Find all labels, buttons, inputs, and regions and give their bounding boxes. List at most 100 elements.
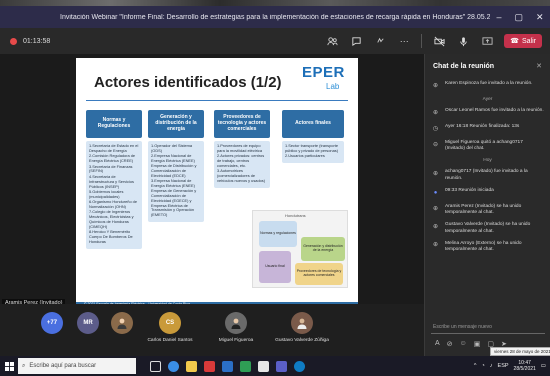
chat-event-text: achang0717 (Invitado) fue invitado a la … <box>445 169 528 181</box>
chat-event: ⊕ Karen Espinoza fue invitado a la reunió… <box>425 78 550 94</box>
notifications-icon[interactable]: ▭ <box>541 363 546 369</box>
format-icon[interactable]: A <box>435 340 440 348</box>
store-icon[interactable] <box>258 360 269 372</box>
edge-icon[interactable] <box>168 360 179 372</box>
chat-message-input[interactable]: Escribe un mensaje nuevo <box>431 320 545 334</box>
person-remove-icon: ⊖ <box>432 141 439 148</box>
column-body: 1.Secretaría de Estado en el Despacho de… <box>86 141 142 249</box>
acrobat-icon[interactable] <box>204 360 215 372</box>
participant-name: Carlos Daniel Santos <box>147 338 193 343</box>
presentation-slide: Actores identificados (1/2) EPER Lab Nor… <box>76 58 358 304</box>
chat-event: ◷ Ayer 16:18 Reunión finalizada: 13s <box>425 121 550 137</box>
column-header: Normas y Regulaciones <box>86 110 142 138</box>
column-item: 7.Colegio de Ingenieros Mecánicos, Elect… <box>89 209 134 229</box>
chat-event: ● 09:33 Reunión iniciada <box>425 185 550 201</box>
teams-window: Invitación Webinar "Informe Final: Desar… <box>0 0 550 376</box>
person-add-icon: ⊕ <box>432 109 439 116</box>
participant-name: Miguel Figueroa <box>218 338 254 343</box>
chat-event: ⊕ Melina Arroyo (Externo) se ha unido tem… <box>425 238 550 256</box>
column-item: 2.Actores privados: centros de trabajo, … <box>217 153 265 168</box>
emoji-icon[interactable]: ☺ <box>460 340 467 348</box>
minimize-button[interactable]: – <box>496 12 501 23</box>
chat-event-text: Miguel Figueroa quitó a achang0717 (Invi… <box>445 140 523 152</box>
puzzle-piece-generation: Generación y distribución de la energía <box>301 237 345 261</box>
close-chat-button[interactable]: ✕ <box>536 62 542 70</box>
word-icon[interactable] <box>222 360 233 372</box>
date-tooltip: viernes 28 de mayo de 2021 <box>490 347 550 356</box>
leave-button[interactable]: ☎ Salir <box>504 34 542 48</box>
chevron-up-icon[interactable]: ^ <box>474 363 477 369</box>
meeting-icon: ◷ <box>432 125 439 132</box>
chat-event-text: Gustavo Valverde (Invitado) se ha unido … <box>445 222 531 234</box>
taskbar-clock[interactable]: 10:47 28/5/2021 <box>514 360 536 372</box>
column-item: 2.Usuarios particulares <box>285 153 325 159</box>
title-divider <box>86 100 348 101</box>
windows-taskbar: ⌕ Escribe aquí para buscar ^ ◔ ♪ ESP 10:… <box>0 356 550 376</box>
participants-strip: +77 MR CS Carlos Daniel Santos Miguel Fi… <box>0 304 424 356</box>
excel-icon[interactable] <box>240 360 251 372</box>
logo-main-text: EPER <box>302 64 345 81</box>
chat-messages: ⊕ Karen Espinoza fue invitado a la reunió… <box>425 78 550 256</box>
camera-off-icon[interactable] <box>432 34 446 48</box>
meeting-timer: 01:13:58 <box>23 37 51 45</box>
language-indicator[interactable]: ESP <box>498 363 509 369</box>
file-explorer-icon[interactable] <box>186 360 197 372</box>
toolbar-divider <box>421 34 423 48</box>
chat-title: Chat de la reunión <box>433 62 495 70</box>
participants-icon[interactable] <box>325 34 339 48</box>
avatar-photo <box>225 312 247 334</box>
person-add-icon: ⊕ <box>432 171 439 178</box>
close-window-button[interactable]: ✕ <box>536 12 544 23</box>
outlook-icon[interactable] <box>294 360 305 372</box>
column-item: 2.Comisión Reguladora de Energía Eléctri… <box>89 153 136 164</box>
share-screen-icon[interactable] <box>480 34 494 48</box>
meeting-toolbar: 01:13:58 ⋯ ☎ Salir <box>0 28 550 54</box>
attach-icon[interactable]: ⊘ <box>447 340 453 348</box>
chat-event-text: 09:33 Reunión iniciada <box>445 187 494 193</box>
teams-icon[interactable] <box>276 360 287 372</box>
phone-icon: ☎ <box>510 38 519 45</box>
gif-icon[interactable]: ▣ <box>474 340 481 348</box>
column-item: 3.Empresa Nacional de Energía Eléctrica … <box>151 178 197 218</box>
avatar: CS <box>159 312 181 334</box>
chat-event: ⊕ Aramis Perez (Invitado) se ha unido tem… <box>425 201 550 219</box>
window-title: Invitación Webinar "Informe Final: Desar… <box>60 13 490 21</box>
reactions-icon[interactable] <box>373 34 387 48</box>
participant-tile[interactable]: Miguel Figueroa <box>206 312 266 343</box>
column-header: Actores finales <box>282 110 344 138</box>
chat-event-text: Ayer 16:18 Reunión finalizada: 13s <box>445 124 520 129</box>
chat-icon[interactable] <box>349 34 363 48</box>
person-add-icon: ⊕ <box>432 205 439 212</box>
participant-tile[interactable]: Gustavo Valverde Zúñiga <box>272 312 332 343</box>
avatar-photo <box>111 312 133 334</box>
recording-indicator: 01:13:58 <box>10 37 51 45</box>
column-body: 1.Sector transporte (transporte público … <box>282 141 344 163</box>
task-view-icon[interactable] <box>150 360 161 372</box>
chat-event: ⊕ achang0717 (Invitado) fue invitado a la… <box>425 166 550 184</box>
participant-name: Gustavo Valverde Zúñiga <box>275 338 329 343</box>
puzzle-title: Hondutrans <box>285 213 306 218</box>
volume-icon[interactable]: ♪ <box>490 363 493 369</box>
meeting-icon: ● <box>433 189 438 196</box>
chat-day-separator: Ayer <box>482 97 493 102</box>
windows-start-icon[interactable] <box>0 357 18 375</box>
clock-date: 28/5/2021 <box>513 366 536 372</box>
maximize-icon[interactable]: ▢ <box>514 12 523 23</box>
person-add-icon: ⊕ <box>432 224 439 230</box>
taskbar-search[interactable]: ⌕ Escribe aquí para buscar <box>18 358 136 374</box>
eper-lab-logo: EPER Lab <box>302 64 346 96</box>
puzzle-piece-regulation: Normas y regulaciones <box>259 221 297 247</box>
more-options-icon[interactable]: ⋯ <box>397 34 411 48</box>
microphone-icon[interactable] <box>456 34 470 48</box>
person-add-icon: ⊕ <box>432 242 439 249</box>
column-header: Proveedores de tecnología y actores come… <box>214 110 270 138</box>
column-item: 2.Empresa Nacional de Energía Eléctrica … <box>151 153 197 178</box>
participant-tile[interactable]: CS Carlos Daniel Santos <box>140 312 200 343</box>
wifi-icon[interactable]: ◔ <box>481 363 484 369</box>
puzzle-diagram: Hondutrans Normas y regulaciones Generac… <box>252 210 348 288</box>
column-item: 3.Automotrices (comercializadores de veh… <box>217 168 266 184</box>
meeting-chat-panel: Chat de la reunión ✕ ⊕ Karen Espinoza fue… <box>424 54 550 356</box>
column-body: 1.Proveedores de equipo para la movilida… <box>214 141 270 188</box>
column-header: Generación y distribución de la energía <box>148 110 204 138</box>
column-item: 8.Heroico Y Benemérito Cuerpo De Bombero… <box>89 229 133 245</box>
